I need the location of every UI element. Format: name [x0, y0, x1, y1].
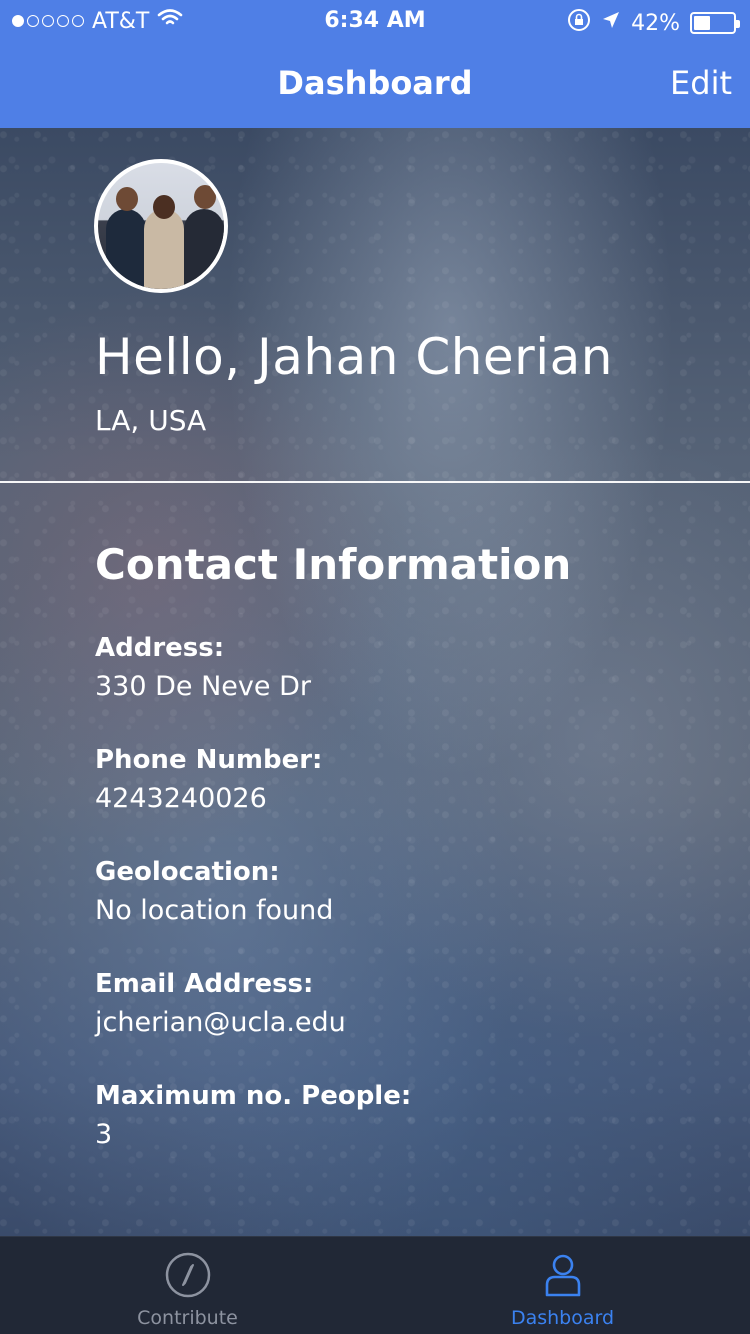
status-right: 42% [567, 8, 740, 38]
photo-person [144, 209, 184, 289]
location-arrow-icon [601, 10, 621, 36]
navigation-bar: Dashboard Edit [0, 40, 750, 128]
address-field: Address: 330 De Neve Dr [95, 633, 695, 702]
page-title: Dashboard [277, 64, 473, 102]
phone-field: Phone Number: 4243240026 [95, 745, 695, 814]
top-bar: AT&T 6:34 AM 42% Dashboard Edit [0, 0, 750, 128]
location-label: LA, USA [95, 404, 207, 437]
divider [0, 481, 750, 483]
photo-head [153, 195, 175, 219]
status-bar: AT&T 6:34 AM 42% [0, 0, 750, 40]
dashboard-content: Hello, Jahan Cherian LA, USA Contact Inf… [0, 128, 750, 1236]
tab-label: Dashboard [510, 1307, 615, 1329]
battery-icon [690, 12, 740, 34]
field-label: Email Address: [95, 969, 314, 999]
field-label: Maximum no. People: [95, 1081, 412, 1111]
greeting-heading: Hello, Jahan Cherian [95, 328, 613, 386]
field-value: 3 [95, 1119, 113, 1150]
field-label: Address: [95, 633, 225, 663]
field-value: jcherian@ucla.edu [95, 1007, 346, 1038]
person-icon [539, 1251, 587, 1299]
field-value: No location found [95, 895, 334, 926]
photo-head [116, 187, 138, 211]
battery-percent: 42% [631, 10, 680, 36]
field-value: 330 De Neve Dr [95, 671, 311, 702]
geolocation-field: Geolocation: No location found [95, 857, 695, 926]
edit-button[interactable]: Edit [670, 64, 732, 102]
tab-dashboard[interactable]: Dashboard [375, 1237, 750, 1334]
battery-fill [694, 16, 710, 30]
photo-head [194, 185, 216, 209]
tab-contribute[interactable]: Contribute [0, 1237, 375, 1334]
field-label: Phone Number: [95, 745, 323, 775]
compass-icon [164, 1251, 212, 1299]
orientation-lock-icon [567, 8, 591, 38]
field-label: Geolocation: [95, 857, 280, 887]
email-field: Email Address: jcherian@ucla.edu [95, 969, 695, 1038]
contact-section-title: Contact Information [95, 540, 572, 589]
avatar[interactable] [94, 159, 228, 293]
photo-person [184, 209, 224, 289]
tab-bar: Contribute Dashboard [0, 1236, 750, 1334]
photo-person [106, 209, 146, 289]
max-people-field: Maximum no. People: 3 [95, 1081, 695, 1150]
field-value: 4243240026 [95, 783, 267, 814]
tab-label: Contribute [137, 1307, 238, 1329]
